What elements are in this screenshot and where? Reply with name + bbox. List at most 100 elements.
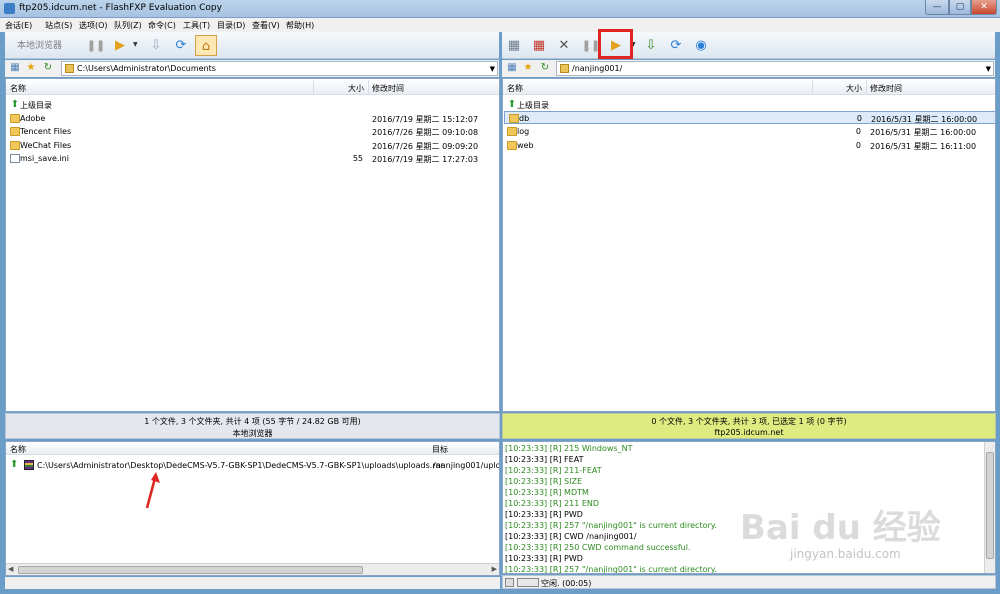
app-icon <box>4 3 15 14</box>
rar-file-icon <box>24 460 34 470</box>
connect-icon[interactable]: ▦ <box>9 62 21 74</box>
folder-icon <box>507 141 517 150</box>
col-size[interactable]: 大小 <box>348 83 364 94</box>
queue-col-target[interactable]: 目标 <box>432 444 448 455</box>
folder-icon <box>65 64 74 73</box>
menu-view[interactable]: 查看(V) <box>252 20 280 31</box>
up-directory-row[interactable]: ⬆ 上级目录 <box>6 98 499 111</box>
log-vertical-scrollbar[interactable] <box>984 442 995 573</box>
file-row[interactable]: Tencent Files 2016/7/26 星期二 09:10:08 <box>6 125 499 138</box>
local-path-combo[interactable]: C:\Users\Administrator\Documents ▼ <box>61 61 498 76</box>
local-browser-label: 本地浏览器 <box>17 41 63 51</box>
queue-col-name[interactable]: 名称 <box>10 444 26 455</box>
file-row[interactable]: db 0 2016/5/31 星期二 16:00:00 <box>504 111 995 124</box>
folder-icon <box>10 141 20 150</box>
local-status-label: 本地浏览器 <box>232 429 273 438</box>
star-icon[interactable]: ★ <box>522 62 534 74</box>
abort-icon[interactable]: ✕ <box>553 35 575 56</box>
up-directory-row[interactable]: ⬆ 上级目录 <box>503 98 995 111</box>
local-path-bar: ▦ ★ ↻ C:\Users\Administrator\Documents ▼ <box>5 60 499 77</box>
file-row[interactable]: WeChat Files 2016/7/26 星期二 09:09:20 <box>6 139 499 152</box>
refresh-icon[interactable]: ⟳ <box>665 35 687 56</box>
scrollbar-thumb[interactable] <box>18 566 363 574</box>
connect-icon[interactable]: ▦ <box>506 62 518 74</box>
queue-item-target: /nanjing001/uploa <box>433 461 500 470</box>
col-name[interactable]: 名称 <box>10 83 26 94</box>
connection-status-bar: 空闲. (00:05) <box>502 575 996 589</box>
transfer-icon[interactable]: ⇩ <box>640 35 662 56</box>
maximize-button[interactable]: ▢ <box>949 0 971 15</box>
local-toolbar: 本地浏览器 ❚❚ ▶ ▼ ⇩ ⟳ ⌂ <box>5 32 499 59</box>
col-date[interactable]: 修改时间 <box>870 83 902 94</box>
local-status-bar: 1 个文件, 3 个文件夹, 共计 4 项 (55 字节 / 24.82 GB … <box>5 413 500 439</box>
pause-icon[interactable]: ❚❚ <box>85 35 107 56</box>
highlight-box <box>598 29 633 59</box>
progress-bar <box>517 578 539 587</box>
menu-tools[interactable]: 工具(T) <box>183 20 210 31</box>
folder-icon <box>507 127 517 136</box>
log-line: [10:23:33] [R] 257 "/nanjing001" is curr… <box>505 565 717 574</box>
lock-icon <box>505 578 514 587</box>
file-row[interactable]: web 0 2016/5/31 星期二 16:11:00 <box>503 139 995 152</box>
menu-help[interactable]: 帮助(H) <box>286 20 314 31</box>
transfer-queue: 名称 目标 ⬆ C:\Users\Administrator\Desktop\D… <box>5 441 500 576</box>
transfer-icon[interactable]: ⇩ <box>145 35 167 56</box>
red-arrow-annotation <box>145 472 160 509</box>
scrollbar-thumb[interactable] <box>986 452 994 559</box>
queue-horizontal-scrollbar[interactable]: ◀ ▶ <box>6 563 499 575</box>
file-row[interactable]: log 0 2016/5/31 星期二 16:00:00 <box>503 125 995 138</box>
upload-arrow-icon: ⬆ <box>10 459 19 470</box>
minimize-button[interactable]: — <box>925 0 949 15</box>
log-line: [10:23:33] [R] 211 END <box>505 499 600 508</box>
globe-icon[interactable]: ◉ <box>690 35 712 56</box>
log-line: [10:23:33] [R] 211-FEAT <box>505 466 602 475</box>
col-size[interactable]: 大小 <box>846 83 862 94</box>
dropdown-icon[interactable]: ▼ <box>490 65 495 73</box>
queue-item[interactable]: ⬆ C:\Users\Administrator\Desktop\DedeCMS… <box>6 458 499 472</box>
log-line: [10:23:33] [R] PWD <box>505 510 583 519</box>
up-arrow-icon: ⬆ <box>10 99 20 110</box>
local-file-list: 名称 大小 修改时间 ⬆ 上级目录 Adobe 2016/7/19 星期二 15… <box>5 78 500 412</box>
menu-command[interactable]: 命令(C) <box>148 20 176 31</box>
local-column-header: 名称 大小 修改时间 <box>6 79 499 95</box>
log-line: [10:23:33] [R] 250 CWD command successfu… <box>505 543 691 552</box>
close-button[interactable]: ✕ <box>971 0 997 15</box>
folder-icon <box>509 114 519 123</box>
file-row[interactable]: Adobe 2016/7/19 星期二 15:12:07 <box>6 112 499 125</box>
log-line: [10:23:33] [R] CWD /nanjing001/ <box>505 532 637 541</box>
log-line: [10:23:33] [R] 257 "/nanjing001" is curr… <box>505 521 717 530</box>
sync-icon[interactable]: ↻ <box>539 62 551 74</box>
title-bar: ftp205.idcum.net - FlashFXP Evaluation C… <box>0 0 1000 18</box>
remote-path-combo[interactable]: /nanjing001/ ▼ <box>556 61 994 76</box>
menu-site[interactable]: 站点(S) <box>45 20 72 31</box>
menu-queue[interactable]: 队列(Z) <box>114 20 142 31</box>
col-date[interactable]: 修改时间 <box>372 83 404 94</box>
remote-path-text: /nanjing001/ <box>572 64 623 73</box>
remote-status-bar: 0 个文件, 3 个文件夹, 共计 3 项, 已选定 1 项 (0 字节) ft… <box>502 413 996 439</box>
dropdown-icon[interactable]: ▼ <box>133 41 138 48</box>
remote-status-summary: 0 个文件, 3 个文件夹, 共计 3 项, 已选定 1 项 (0 字节) <box>651 417 847 426</box>
refresh-icon[interactable]: ⟳ <box>170 35 192 56</box>
local-status-summary: 1 个文件, 3 个文件夹, 共计 4 项 (55 字节 / 24.82 GB … <box>144 417 361 426</box>
menu-directory[interactable]: 目录(D) <box>217 20 245 31</box>
sync-icon[interactable]: ↻ <box>42 62 54 74</box>
folder-icon <box>560 64 569 73</box>
log-line: [10:23:33] [R] MDTM <box>505 488 589 497</box>
menu-bar: 会话(E) 站点(S) 选项(O) 队列(Z) 命令(C) 工具(T) 目录(D… <box>0 18 1000 32</box>
menu-session[interactable]: 会话(E) <box>5 20 32 31</box>
log-line: [10:23:33] [R] PWD <box>505 554 583 563</box>
dropdown-icon[interactable]: ▼ <box>986 65 991 73</box>
play-icon[interactable]: ▶ <box>109 35 131 56</box>
connect-icon[interactable]: ▦ <box>503 35 525 56</box>
watermark-url: jingyan.baidu.com <box>790 547 901 561</box>
file-row[interactable]: msi_save.ini 55 2016/7/19 星期二 17:27:03 <box>6 152 499 165</box>
disconnect-icon[interactable]: ▦ <box>528 35 550 56</box>
col-name[interactable]: 名称 <box>507 83 523 94</box>
log-line: [10:23:33] [R] 215 Windows_NT <box>505 444 633 453</box>
up-arrow-icon: ⬆ <box>507 99 517 110</box>
home-icon[interactable]: ⌂ <box>195 35 217 56</box>
menu-options[interactable]: 选项(O) <box>79 20 108 31</box>
star-icon[interactable]: ★ <box>25 62 37 74</box>
remote-path-bar: ▦ ★ ↻ /nanjing001/ ▼ <box>502 60 995 77</box>
folder-icon <box>10 114 20 123</box>
